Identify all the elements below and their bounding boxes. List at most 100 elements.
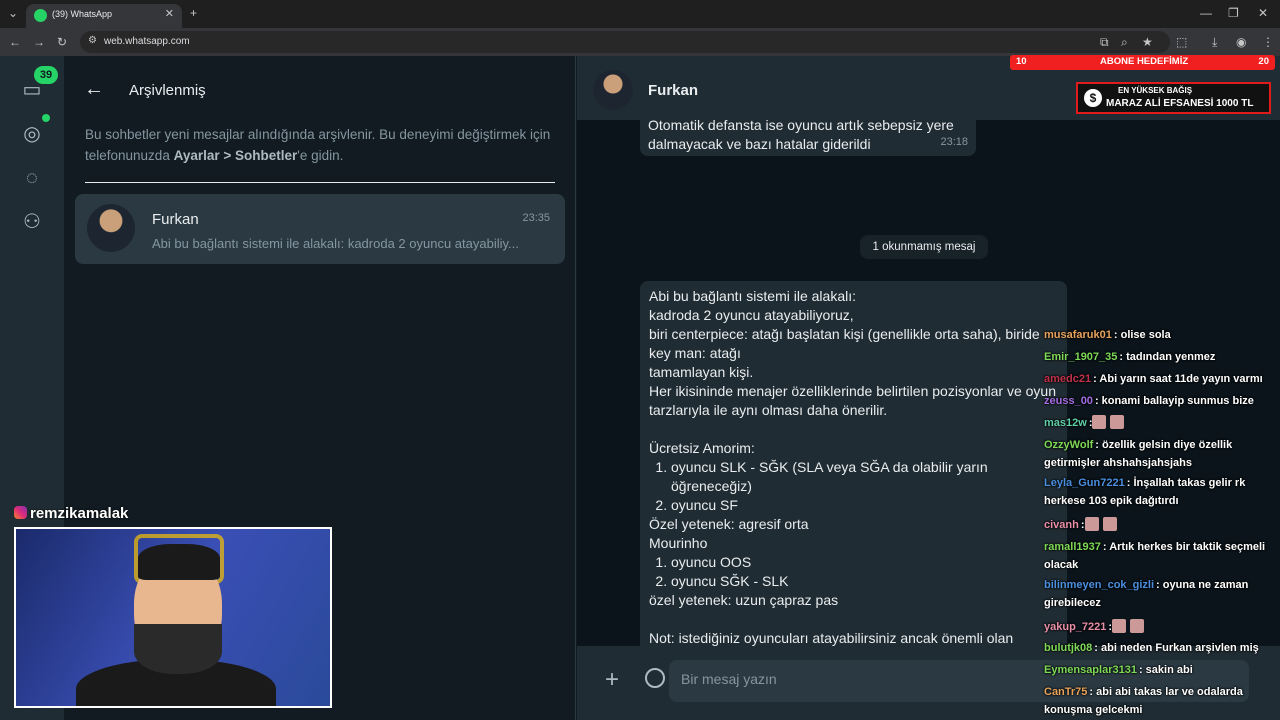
top-donation-panel: $ EN YÜKSEK BAĞIŞ MARAZ ALİ EFSANESİ 100… [1076,82,1271,114]
bookmark-star-icon[interactable]: ★ [1142,35,1153,49]
chat-message: amedc21: Abi yarın saat 11de yayın varmı [1044,370,1280,388]
chat-username: civanh [1044,519,1079,531]
message-text: Abi bu bağlantı sistemi ile alakalı: [649,288,856,304]
maximize-icon[interactable]: ❐ [1228,6,1239,20]
message-text: dalmayacak ve bazı hatalar giderildi [648,136,871,152]
communities-icon[interactable]: ⚇ [16,206,48,238]
streamer-hair [138,544,220,580]
message-bubble[interactable]: Otomatik defansta ise oyuncu artık sebep… [640,120,976,156]
message-text: biri centerpiece: atağı başlatan kişi (g… [649,326,1040,361]
chat-username: zeuss_00 [1044,395,1093,407]
archive-info-part2: 'e gidin. [297,148,344,163]
message-input-placeholder: Bir mesaj yazın [681,671,777,687]
zoom-icon[interactable]: ⌕ [1121,35,1128,50]
menu-icon[interactable]: ⋮ [1262,35,1274,49]
chat-message: yakup_7221: [1044,618,1280,636]
chat-username: mas12w [1044,417,1087,429]
mourinho-list: oyuncu OOS oyuncu SĞK - SLK [671,553,1058,591]
unread-badge: 39 [34,66,58,84]
emote-icon [1130,619,1145,633]
new-tab-icon[interactable]: + [190,6,197,20]
archive-info-text: Bu sohbetler yeni mesajlar alındığında a… [85,124,555,166]
close-window-icon[interactable]: ✕ [1258,6,1268,20]
chat-username: musafaruk01 [1044,329,1112,341]
emote-icon [1110,415,1125,429]
message-text: Her ikisininde menajer özelliklerinde be… [649,383,1056,418]
url-field[interactable]: ⚙ web.whatsapp.com [80,31,1170,53]
install-app-icon[interactable]: ⧉ [1100,35,1109,50]
emote-icon [1102,517,1117,531]
url-text: web.whatsapp.com [104,36,190,47]
chat-message: bilinmeyen_cok_gizli: oyuna ne zaman gir… [1044,576,1280,612]
address-bar-row: ← → ↻ ⚙ web.whatsapp.com ⧉ ⌕ ★ ⬚ ⤓ ◉ ⋮ [0,28,1280,56]
channels-icon[interactable]: ◌ [16,162,48,194]
back-icon[interactable]: ← [9,35,21,49]
chat-message: bulutjk08: abi neden Furkan arşivlen miş [1044,639,1280,657]
whatsapp-favicon-icon [34,9,47,22]
attach-plus-icon[interactable]: + [605,666,619,694]
chat-username: Emir_1907_35 [1044,351,1118,363]
subscriber-goal-bar: 10 ABONE HEDEFİMİZ 20 [1010,55,1275,70]
message-text: tamamlayan kişi. [649,364,754,380]
forward-icon[interactable]: → [33,35,45,49]
contact-avatar[interactable] [593,70,633,110]
browser-tab[interactable]: (39) WhatsApp ✕ [26,4,182,28]
tab-title: (39) WhatsApp [52,9,113,19]
chat-username: bulutjk08 [1044,642,1093,654]
emote-icon [1112,619,1127,633]
chat-username: yakup_7221 [1044,621,1107,633]
message-text: Otomatik defansta ise oyuncu artık sebep… [648,120,954,133]
chat-username: CanTr75 [1044,686,1088,698]
emote-icon [1092,415,1107,429]
chat-message: Eymensaplar3131: sakin abi [1044,661,1280,679]
avatar [87,204,135,252]
handle-text: remzikamalak [30,505,129,522]
status-dot [42,114,50,122]
message-text: özel yetenek: uzun çapraz pas [649,592,839,608]
close-tab-icon[interactable]: ✕ [165,7,174,20]
reload-icon[interactable]: ↻ [57,35,67,49]
chat-message-text: : abi neden Furkan arşivlen miş [1094,642,1259,654]
chat-username: Eymensaplar3131 [1044,664,1137,676]
streamer-beard [134,624,222,674]
webcam-feed [14,527,332,708]
instagram-icon [14,506,27,519]
archived-title: Arşivlenmiş [129,82,206,99]
archived-chat-item[interactable]: Furkan 23:35 Abi bu bağlantı sistemi ile… [75,194,565,264]
site-info-icon[interactable]: ⚙ [88,35,97,46]
chat-username: OzzyWolf [1044,439,1094,451]
message-bubble[interactable]: Abi bu bağlantı sistemi ile alakalı: kad… [640,281,1067,646]
chat-message-text: : [1080,519,1085,531]
divider [85,182,555,183]
chat-username: bilinmeyen_cok_gizli [1044,579,1155,591]
download-icon[interactable]: ⤓ [1212,35,1217,50]
chat-message-text: : olise sola [1113,329,1171,341]
list-item: oyuncu SF [671,496,1058,515]
message-text: Özel yetenek: agresif orta [649,516,809,532]
emoji-icon[interactable] [645,668,665,688]
back-arrow-icon[interactable]: ← [84,78,104,101]
chat-message-text: : konami ballayip sunmus bize [1094,395,1254,407]
profile-icon[interactable]: ◉ [1236,35,1246,49]
tab-list-icon[interactable]: ⌄ [8,6,18,20]
message-text: Not: istediğiniz oyuncuları atayabilirsi… [649,630,1014,646]
chat-message: CanTr75: abi abi takas lar ve odalarda k… [1044,683,1280,719]
chat-preview: Abi bu bağlantı sistemi ile alakalı: kad… [152,236,519,251]
list-item: oyuncu SĞK - SLK [671,572,1058,591]
extensions-icon[interactable]: ⬚ [1176,35,1187,49]
list-item: oyuncu SLK - SĞK (SLA veya SĞA da olabil… [671,458,1058,496]
minimize-icon[interactable]: — [1200,6,1212,20]
chat-message: ramall1937: Artık herkes bir taktik seçm… [1044,538,1280,574]
chat-time: 23:35 [522,212,550,224]
live-chat-overlay: musafaruk01: olise sola Emir_1907_35: tad… [1040,326,1280,720]
chat-message: zeuss_00: konami ballayip sunmus bize [1044,392,1280,410]
status-icon[interactable]: ◎ [16,118,48,150]
message-text: kadroda 2 oyuncu atayabiliyoruz, [649,307,854,323]
unread-divider: 1 okunmamış mesaj [860,235,988,259]
donation-value: MARAZ ALİ EFSANESİ 1000 TL [1106,98,1254,109]
browser-tab-bar: ⌄ (39) WhatsApp ✕ + — ❐ ✕ [0,0,1280,28]
amorim-list: oyuncu SLK - SĞK (SLA veya SĞA da olabil… [671,458,1058,515]
chat-name: Furkan [152,211,199,228]
list-item: oyuncu OOS [671,553,1058,572]
chat-message-text: : tadından yenmez [1119,351,1216,363]
